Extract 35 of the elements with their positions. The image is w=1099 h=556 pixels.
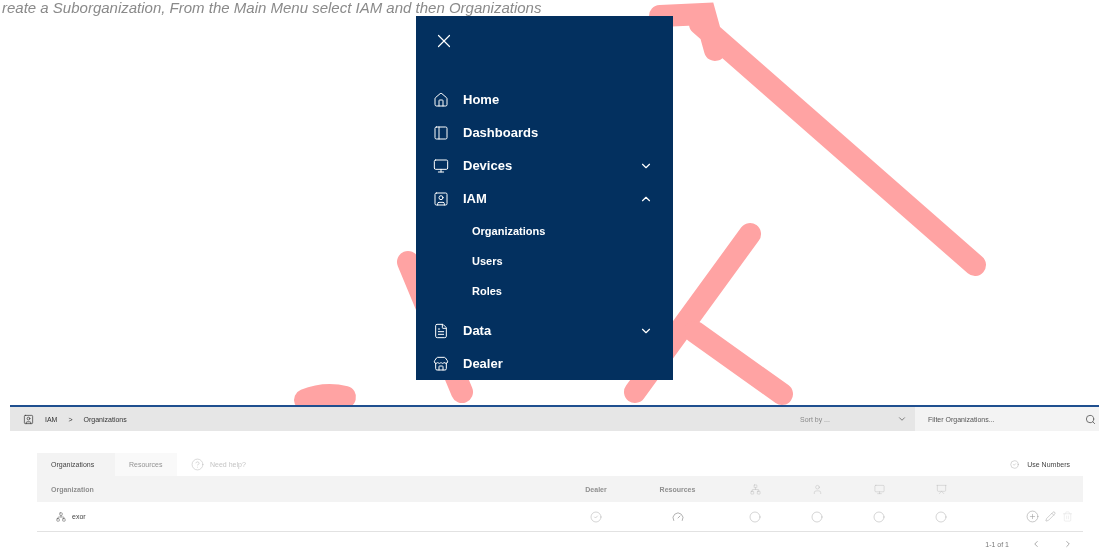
menu-item[interactable]: Dashboards — [433, 116, 653, 149]
menu-item[interactable]: IAM — [433, 182, 653, 215]
iam-icon — [23, 413, 34, 425]
edit-button[interactable] — [1045, 511, 1056, 522]
help-icon — [191, 458, 204, 471]
menu-item-icon — [433, 355, 449, 372]
monitor-icon — [873, 483, 885, 495]
checkbox[interactable] — [1010, 460, 1020, 469]
instruction-caption: reate a Suborganization, From the Main Menu select IAM and then Organizations — [2, 0, 543, 16]
menu-item-icon — [433, 322, 449, 339]
presentation-icon — [935, 483, 947, 495]
circle-icon[interactable] — [935, 510, 947, 523]
next-page-button[interactable] — [1063, 539, 1073, 549]
search-icon — [1085, 413, 1096, 425]
circle-icon[interactable] — [749, 510, 761, 523]
submenu-item[interactable]: Roles — [433, 276, 653, 306]
submenu-item[interactable]: Organizations — [433, 216, 653, 246]
menu-item-icon — [433, 91, 449, 108]
menu-item-icon — [433, 190, 449, 207]
circle-icon[interactable] — [811, 510, 823, 523]
person-icon — [811, 483, 823, 495]
menu-item-icon — [433, 124, 449, 141]
add-button[interactable] — [1026, 510, 1039, 523]
network-icon — [749, 483, 761, 495]
circle-icon[interactable] — [873, 510, 885, 523]
gauge-icon[interactable] — [671, 510, 684, 523]
menu-item[interactable]: Dealer — [433, 347, 653, 380]
menu-item[interactable]: Devices — [433, 149, 653, 182]
previous-page-button[interactable] — [1031, 539, 1041, 549]
submenu-item[interactable]: Users — [433, 246, 653, 276]
menu-item[interactable]: Data — [433, 314, 653, 347]
menu-item[interactable]: Home — [433, 83, 653, 116]
menu-item-icon — [433, 157, 449, 174]
network-icon — [56, 511, 66, 522]
chevron-down-icon — [897, 414, 907, 424]
